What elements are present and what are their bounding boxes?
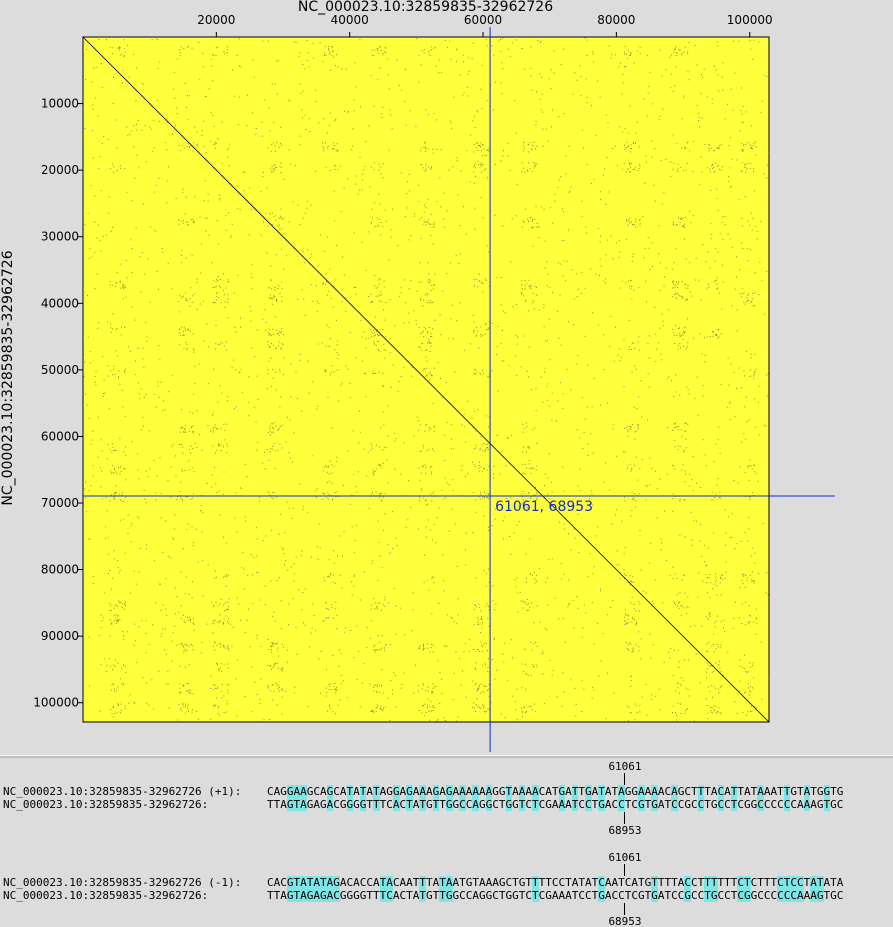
x-tick-label: 20000 (197, 13, 235, 27)
y-tick-label: 50000 (41, 363, 79, 377)
row-label: NC_000023.10:32859835-32962726: (3, 889, 209, 902)
y-tick-label: 40000 (41, 296, 79, 310)
top-position-tick (624, 864, 625, 876)
sequence-text: TTAGTAGAGACGGGGTTTCACTATGTTGGCCAGGCTGGTC… (267, 889, 844, 902)
alignment-panel: 61061 NC_000023.10:32859835-32962726 (+1… (0, 758, 893, 927)
sequence-text: CACGTATATAGACACCATACAATTTATAATGTAAAGCTGT… (267, 876, 844, 889)
bottom-position-label: 68953 (608, 915, 642, 927)
y-tick-label: 90000 (41, 629, 79, 643)
y-tick-label: 20000 (41, 163, 79, 177)
bottom-position-tick (624, 903, 625, 915)
x-tick-label: 100000 (727, 13, 773, 27)
bottom-position-tick (624, 812, 625, 824)
y-tick-label: 10000 (41, 97, 79, 111)
row-label: NC_000023.10:32859835-32962726 (-1): (3, 876, 242, 889)
x-tick-label: 80000 (597, 13, 635, 27)
row-label: NC_000023.10:32859835-32962726 (+1): (3, 785, 242, 798)
y-tick-label: 100000 (33, 696, 79, 710)
x-tick-label: 40000 (331, 13, 369, 27)
row-label: NC_000023.10:32859835-32962726: (3, 798, 209, 811)
alignment-row-query: NC_000023.10:32859835-32962726 (-1): CACG… (3, 876, 843, 889)
sequence-text: TTAGTAGAGACGGGGTTTCACTATGTTGGCCAGGCTGGTC… (267, 798, 844, 811)
alignment-row-subject: NC_000023.10:32859835-32962726: TTAGTAGAG… (3, 889, 843, 902)
alignment-row-query: NC_000023.10:32859835-32962726 (+1): CAGG… (3, 785, 843, 798)
alignment-row-subject: NC_000023.10:32859835-32962726: TTAGTAGAG… (3, 798, 843, 811)
y-tick-label: 30000 (41, 230, 79, 244)
y-tick-label: 60000 (41, 429, 79, 443)
top-position-tick (624, 773, 625, 785)
y-tick-label: 70000 (41, 496, 79, 510)
dotplot-chart[interactable]: 20000 40000 60000 80000 100000 10000 20000 3000… (0, 0, 893, 755)
top-position-label: 61061 (608, 851, 642, 864)
dotplot-panel[interactable]: NC_000023.10:32859835-32962726 NC_000023… (0, 0, 893, 755)
x-tick-label: 60000 (464, 13, 502, 27)
sequence-text: CAGGAAGCAGCATATATAGGAGAAAGAGAAAAAAGGTAAA… (267, 785, 844, 798)
cursor-coordinate-readout: 61061, 68953 (495, 499, 594, 516)
bottom-position-label: 68953 (608, 824, 642, 837)
y-tick-label: 80000 (41, 563, 79, 577)
top-position-label: 61061 (608, 760, 642, 773)
